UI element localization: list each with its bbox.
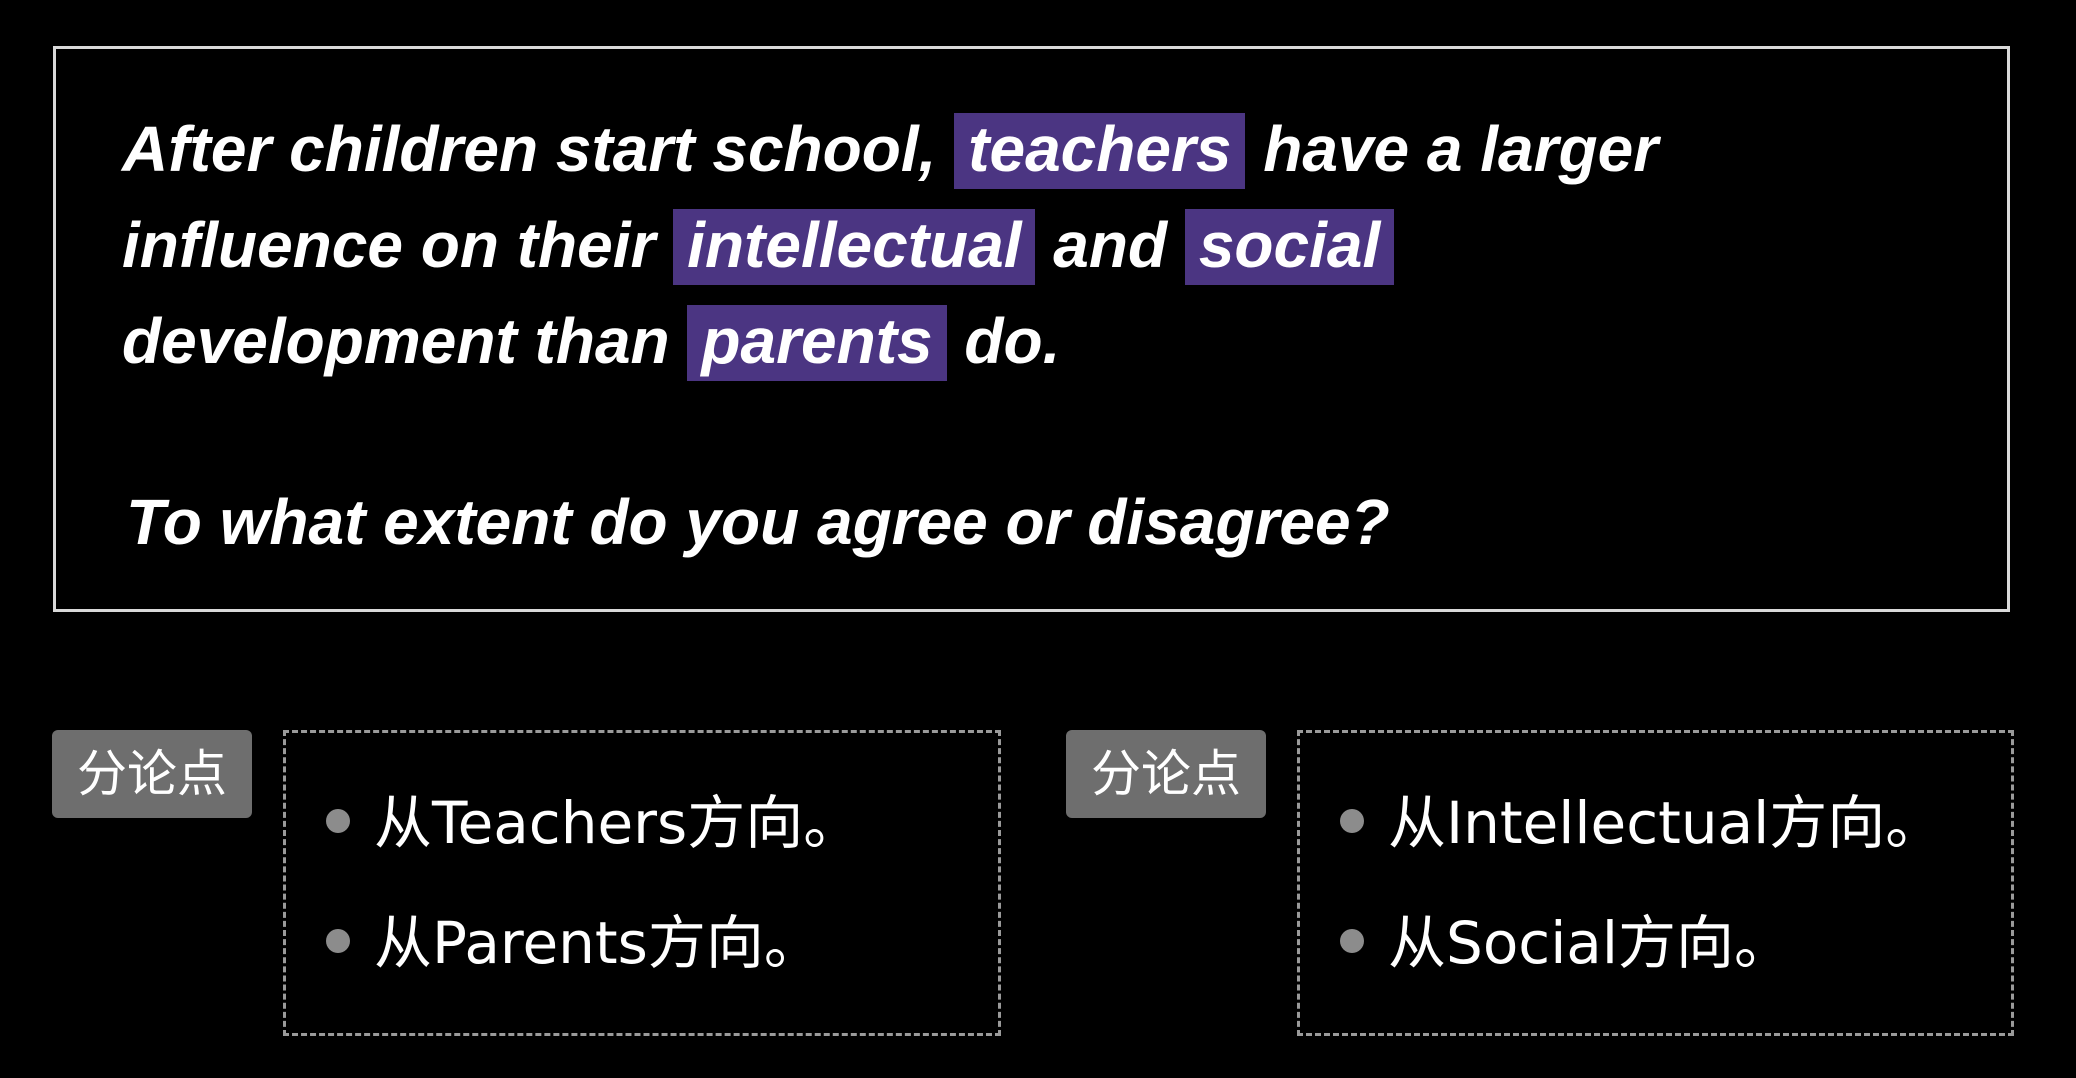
sub-argument-tag-right: 分论点 [1066,730,1266,818]
points-box-left: 从Teachers方向。 从Parents方向。 [283,730,1001,1036]
bullet-icon [1340,808,1364,833]
highlight-parents: parents [687,305,947,381]
point-text: 从Intellectual方向。 [1388,789,1944,857]
prompt-text-segment: After children start school, [122,113,955,185]
highlight-teachers: teachers [954,113,1246,189]
prompt-question: To what extent do you agree or disagree? [126,486,1390,558]
list-item: 从Parents方向。 [326,908,822,978]
bullet-icon [1340,928,1364,953]
sub-argument-tag-left: 分论点 [52,730,252,818]
list-item: 从Teachers方向。 [326,788,861,858]
highlight-intellectual: intellectual [673,209,1036,285]
list-item: 从Social方向。 [1340,908,1792,978]
prompt-text-segment: do. [946,305,1061,377]
slide: { "prompt": { "line1_a": "After children… [0,0,2076,1078]
prompt-text-segment: influence on their [122,209,674,281]
points-box-right: 从Intellectual方向。 从Social方向。 [1297,730,2014,1036]
prompt-box: After children start school, teachers ha… [53,46,2010,612]
list-item: 从Intellectual方向。 [1340,788,1943,858]
prompt-statement: After children start school, teachers ha… [122,101,1982,389]
point-text: 从Social方向。 [1388,909,1792,977]
prompt-text-segment: and [1035,209,1185,281]
highlight-social: social [1184,209,1395,285]
prompt-text-segment: development than [122,305,688,377]
bullet-icon [326,808,350,833]
point-text: 从Parents方向。 [374,909,822,977]
point-text: 从Teachers方向。 [374,789,862,857]
bullet-icon [326,928,350,953]
prompt-text-segment: have a larger [1245,113,1659,185]
